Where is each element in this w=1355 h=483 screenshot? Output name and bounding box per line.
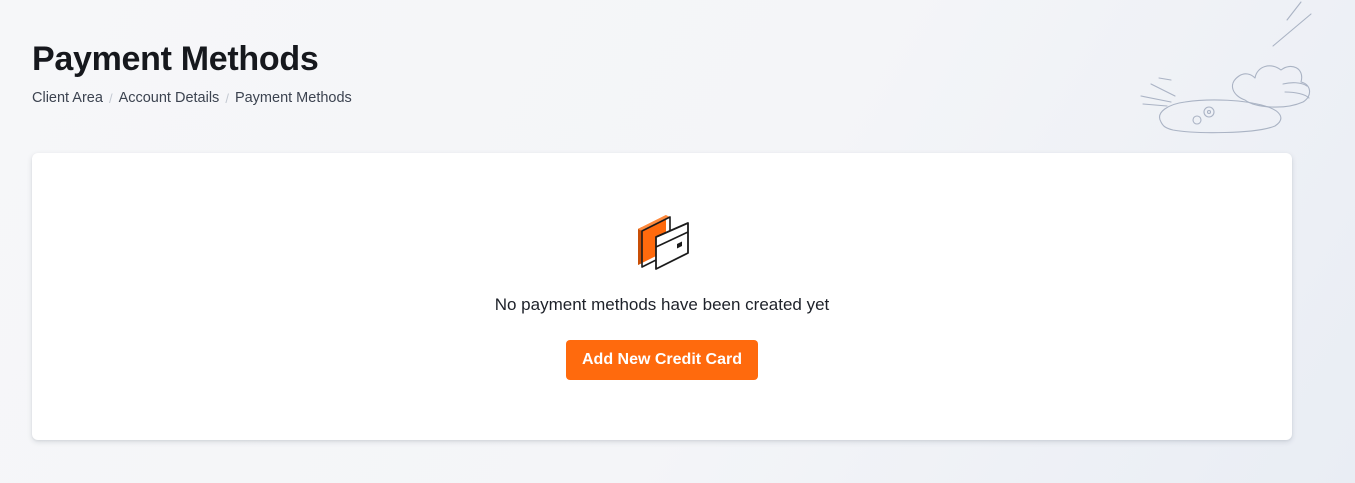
breadcrumb: Client Area / Account Details / Payment … (32, 90, 352, 106)
page-header: Payment Methods Client Area / Account De… (32, 38, 352, 106)
breadcrumb-separator: / (108, 90, 113, 106)
breadcrumb-current-page: Payment Methods (234, 90, 352, 106)
credit-card-icon (638, 215, 689, 270)
empty-state-message: No payment methods have been created yet (494, 295, 830, 314)
add-new-credit-card-button[interactable]: Add New Credit Card (566, 340, 758, 380)
breadcrumb-separator: / (225, 90, 229, 106)
page-title: Payment Methods (32, 40, 319, 78)
payment-methods-card: No payment methods have been created yet… (32, 153, 1292, 440)
decorative-illustration-icon (1140, 1, 1312, 134)
breadcrumb-account-details[interactable]: Account Details (119, 90, 220, 106)
breadcrumb-client-area[interactable]: Client Area (32, 90, 103, 106)
